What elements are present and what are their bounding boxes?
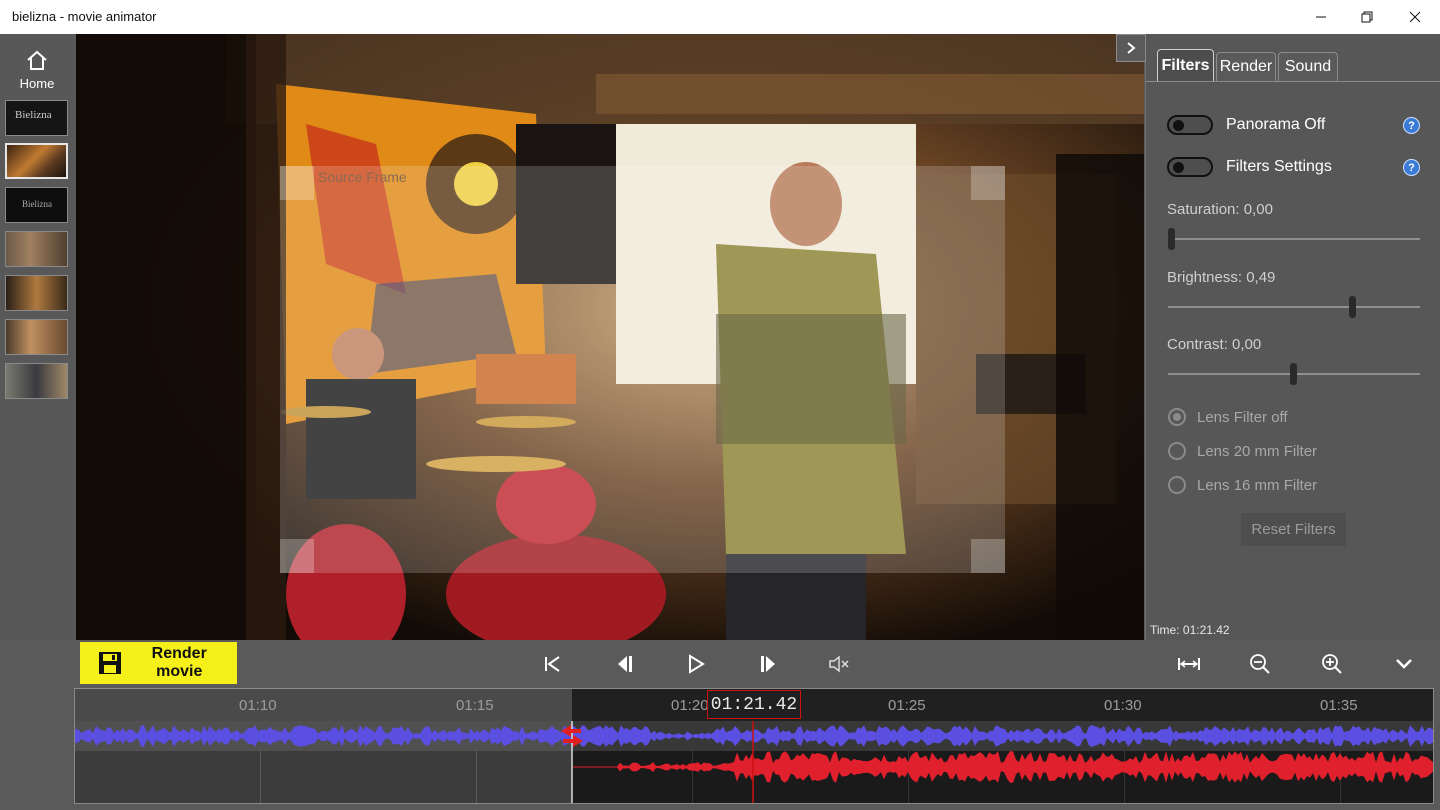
source-frame-handle[interactable] — [971, 539, 1005, 573]
clip-thumbnail[interactable] — [5, 319, 68, 355]
clip-thumbnail[interactable] — [5, 363, 68, 399]
home-icon — [27, 50, 47, 70]
tab-sound[interactable]: Sound — [1278, 52, 1338, 81]
maximize-button[interactable] — [1344, 0, 1390, 34]
source-frame-handle[interactable] — [971, 166, 1005, 200]
brightness-label: Brightness: 0,49 — [1167, 269, 1276, 286]
zoom-out-icon — [1250, 654, 1270, 674]
minimize-icon — [1316, 16, 1326, 18]
contrast-slider-thumb[interactable] — [1290, 363, 1297, 385]
skip-to-start-icon — [545, 656, 560, 672]
zoom-in-button[interactable] — [1314, 646, 1350, 682]
close-button[interactable] — [1392, 0, 1438, 34]
reset-filters-button[interactable]: Reset Filters — [1241, 513, 1346, 546]
lens-16mm-label: Lens 16 mm Filter — [1197, 477, 1318, 494]
render-movie-label: Render movie — [151, 645, 207, 680]
tick-label: 01:20 — [671, 697, 709, 714]
step-forward-button[interactable] — [750, 646, 786, 682]
contrast-label: Contrast: 0,00 — [1167, 336, 1262, 353]
lens-20mm-label: Lens 20 mm Filter — [1197, 443, 1318, 460]
tab-filters[interactable]: Filters — [1157, 49, 1214, 81]
timeline-ruler-inactive — [75, 689, 572, 721]
home-label: Home — [19, 76, 55, 91]
video-frame-image — [76, 34, 1144, 640]
source-frame-handle[interactable] — [280, 539, 314, 573]
panorama-label: Panorama Off — [1226, 116, 1326, 133]
help-icon[interactable]: ? — [1403, 159, 1420, 176]
home-button[interactable]: Home — [0, 34, 74, 96]
lens-16mm-radio[interactable] — [1168, 476, 1186, 494]
fit-width-button[interactable] — [1171, 646, 1207, 682]
render-movie-button[interactable]: Render movie — [80, 642, 237, 684]
zoom-out-button[interactable] — [1242, 646, 1278, 682]
thumbnail-label: Bielizna — [22, 199, 52, 209]
saturation-label: Saturation: 0,00 — [1167, 201, 1273, 218]
clip-thumbnail[interactable]: Bielizna — [5, 187, 68, 223]
thumbnail-label: Bielizna — [15, 109, 52, 121]
window-title: bielizna - movie animator — [12, 9, 157, 24]
tick-label: 01:15 — [456, 697, 494, 714]
brightness-slider-track[interactable] — [1168, 306, 1420, 308]
lens-off-label: Lens Filter off — [1197, 409, 1288, 426]
play-icon — [689, 654, 705, 674]
chevron-down-icon — [1396, 659, 1412, 669]
current-time-display: 01:21.42 — [707, 690, 801, 719]
fit-width-icon — [1178, 658, 1200, 670]
red-waveform — [572, 751, 1433, 783]
minimize-button[interactable] — [1298, 0, 1344, 34]
source-frame-handle[interactable] — [280, 166, 314, 200]
close-icon — [1409, 11, 1421, 23]
tab-divider — [1146, 81, 1440, 82]
saturation-slider-thumb[interactable] — [1168, 228, 1175, 250]
step-forward-icon — [761, 656, 775, 672]
zoom-in-icon — [1322, 654, 1342, 674]
clip-thumbnail[interactable]: Bielizna — [5, 100, 68, 136]
filters-settings-label: Filters Settings — [1226, 158, 1332, 175]
time-readout: Time: 01:21.42 — [1150, 623, 1230, 637]
sidebar: Home Bielizna Bielizna — [0, 34, 74, 640]
clip-thumbnail[interactable] — [5, 231, 68, 267]
properties-panel: Filters Render Sound Panorama Off ? Filt… — [1116, 34, 1440, 640]
restore-icon — [1361, 11, 1373, 23]
save-icon — [99, 652, 121, 674]
skip-to-start-button[interactable] — [535, 646, 571, 682]
mute-button[interactable] — [822, 646, 858, 682]
filters-settings-toggle[interactable] — [1167, 157, 1213, 177]
video-preview[interactable]: Source Frame — [76, 34, 1144, 640]
toolbar: Render movie — [74, 640, 1440, 688]
tick-label: 01:30 — [1104, 697, 1142, 714]
tick-label: 01:25 — [888, 697, 926, 714]
audio-waveforms — [75, 721, 1433, 803]
panorama-toggle[interactable] — [1167, 115, 1213, 135]
brightness-slider-thumb[interactable] — [1349, 296, 1356, 318]
chevron-right-icon — [1127, 42, 1136, 54]
tick-label: 01:35 — [1320, 697, 1358, 714]
collapse-timeline-button[interactable] — [1386, 646, 1422, 682]
play-button[interactable] — [678, 646, 714, 682]
tick-label: 01:10 — [239, 697, 277, 714]
lens-off-radio[interactable] — [1168, 408, 1186, 426]
step-back-icon — [618, 656, 632, 672]
title-bar: bielizna - movie animator — [0, 0, 1440, 34]
clip-thumbnail-selected[interactable] — [5, 143, 68, 179]
source-frame-overlay[interactable] — [280, 166, 1005, 573]
tab-render[interactable]: Render — [1216, 52, 1276, 81]
saturation-slider-track[interactable] — [1168, 238, 1420, 240]
help-icon[interactable]: ? — [1403, 117, 1420, 134]
lens-20mm-radio[interactable] — [1168, 442, 1186, 460]
step-back-button[interactable] — [607, 646, 643, 682]
mute-icon — [829, 655, 849, 673]
source-frame-label: Source Frame — [318, 169, 407, 185]
collapse-panel-button[interactable] — [1116, 34, 1146, 62]
clip-thumbnail[interactable] — [5, 275, 68, 311]
timeline[interactable]: 01:10 01:15 01:20 01:25 01:30 01:35 01:2… — [74, 688, 1434, 804]
